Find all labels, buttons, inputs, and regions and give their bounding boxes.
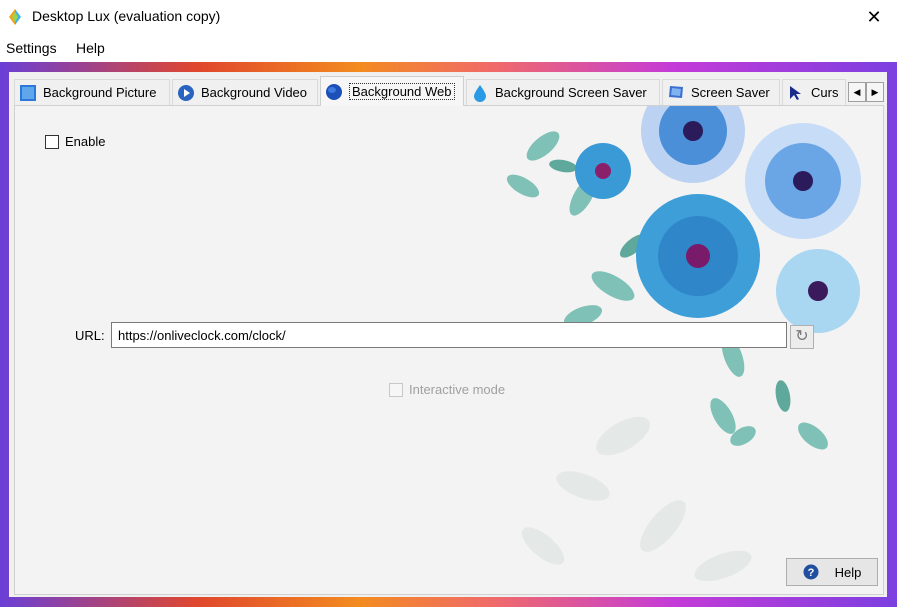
menu-bar: Settings Help xyxy=(0,34,897,62)
tab-label: Background Web xyxy=(349,83,455,100)
url-label: URL: xyxy=(75,328,105,343)
help-label: Help xyxy=(834,564,862,580)
tab-strip: Background Picture Background Video Back… xyxy=(14,76,884,106)
enable-label: Enable xyxy=(65,134,106,149)
tab-label: Screen Saver xyxy=(691,85,770,100)
refresh-icon: ↻ xyxy=(795,328,809,345)
monitor-icon xyxy=(669,85,683,98)
help-button[interactable]: ? Help xyxy=(786,558,878,586)
tab-scroll-left-button[interactable]: ◀ xyxy=(848,82,866,102)
tab-label: Curs xyxy=(811,85,839,100)
tab-background-web[interactable]: Background Web xyxy=(320,76,464,106)
tab-label: Background Screen Saver xyxy=(495,85,647,100)
interactive-mode-label: Interactive mode xyxy=(409,382,506,397)
url-input[interactable] xyxy=(111,322,787,348)
video-play-icon xyxy=(178,84,194,101)
tab-scroll-buttons: ◀ ▶ xyxy=(848,82,884,102)
help-question-icon: ? xyxy=(803,564,819,580)
picture-icon xyxy=(20,84,36,101)
menu-help[interactable]: Help xyxy=(76,40,105,56)
tab-background-picture[interactable]: Background Picture xyxy=(14,79,170,105)
enable-checkbox[interactable] xyxy=(45,135,59,149)
cursor-icon xyxy=(790,85,801,100)
close-button[interactable]: ✕ xyxy=(851,0,897,34)
app-logo-icon xyxy=(9,9,21,25)
droplet-icon xyxy=(474,84,486,102)
floral-decoration-image xyxy=(506,106,861,582)
globe-icon xyxy=(326,83,342,100)
tab-background-screen-saver[interactable]: Background Screen Saver xyxy=(466,79,660,105)
tab-label: Background Video xyxy=(201,85,308,100)
tab-cursor[interactable]: Curs xyxy=(782,79,846,105)
tab-screen-saver[interactable]: Screen Saver xyxy=(662,79,780,105)
tab-background-video[interactable]: Background Video xyxy=(172,79,318,105)
title-bar: Desktop Lux (evaluation copy) ✕ xyxy=(0,0,897,34)
tab-scroll-right-button[interactable]: ▶ xyxy=(866,82,884,102)
refresh-button[interactable]: ↻ xyxy=(790,325,814,349)
svg-text:?: ? xyxy=(807,567,814,579)
main-panel: Background Picture Background Video Back… xyxy=(9,72,887,597)
window-title: Desktop Lux (evaluation copy) xyxy=(32,8,221,24)
background-web-page: Enable URL: ↻ Interactive mode ? Help xyxy=(14,105,884,595)
tab-label: Background Picture xyxy=(43,85,157,100)
interactive-mode-checkbox[interactable] xyxy=(389,383,403,397)
menu-settings[interactable]: Settings xyxy=(6,40,57,56)
